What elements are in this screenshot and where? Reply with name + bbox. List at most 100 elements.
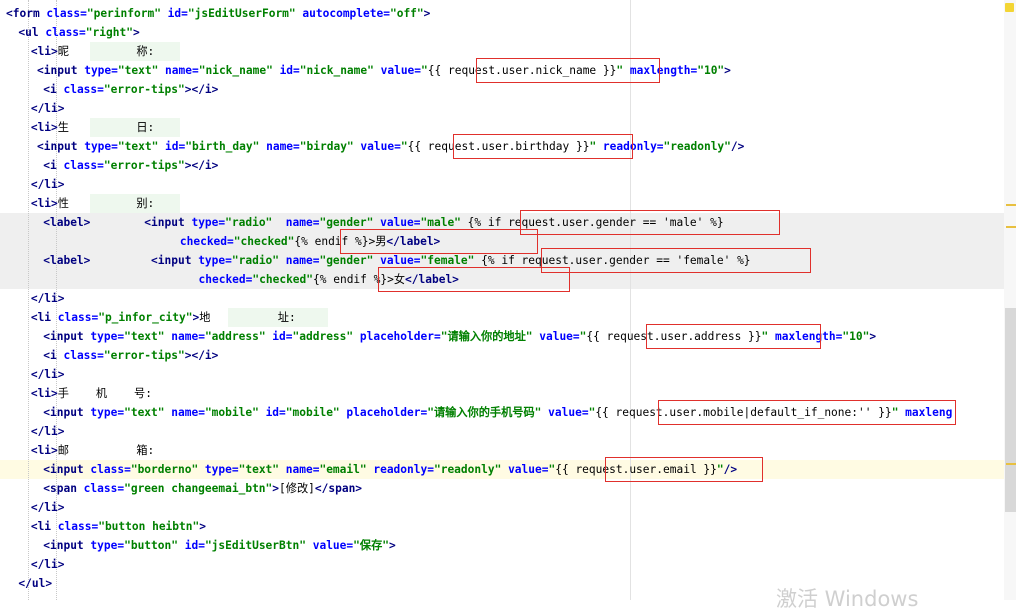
code-token: "jsEditUserBtn" — [204, 539, 306, 552]
code-token: "text" — [124, 406, 165, 419]
code-line[interactable]: </li> — [31, 365, 65, 384]
code-token: > — [869, 330, 877, 343]
template-expression-highlight — [646, 324, 821, 349]
code-token: "perinform" — [86, 7, 161, 20]
code-token: autocomplete= — [295, 7, 390, 20]
code-line[interactable]: <li class="button heibtn"> — [31, 517, 206, 536]
code-token: class= — [90, 463, 131, 476]
warning-marker[interactable] — [1006, 226, 1016, 228]
code-token: id= — [158, 140, 186, 153]
code-token: <i — [43, 83, 64, 96]
code-token: </li> — [30, 368, 65, 381]
code-line[interactable]: </li> — [31, 555, 65, 574]
code-token: "text" — [124, 330, 165, 343]
code-token: class= — [63, 159, 104, 172]
code-line[interactable]: <span class="green changeemai_btn">[修改]<… — [43, 479, 362, 498]
code-line[interactable]: <i class="error-tips"></i> — [43, 80, 218, 99]
code-token: > — [132, 26, 140, 39]
code-token: id= — [265, 330, 293, 343]
code-token: readonly= — [366, 463, 434, 476]
code-token: value= — [532, 330, 580, 343]
code-line[interactable]: <input type="button" id="jsEditUserBtn" … — [43, 536, 396, 555]
warning-marker[interactable] — [1006, 204, 1016, 206]
code-token: </li> — [30, 292, 65, 305]
code-line[interactable]: <li>昵 称: — [31, 42, 154, 61]
code-token: 地 址: — [199, 311, 296, 324]
code-token: <li> — [30, 197, 58, 210]
code-token: "address" — [204, 330, 266, 343]
code-token: "text" — [117, 140, 159, 153]
code-token: <input — [37, 64, 85, 77]
code-line[interactable]: <li class="p_infor_city">地 址: — [31, 308, 296, 327]
code-token: <label> — [43, 254, 91, 267]
code-token: <li — [30, 520, 58, 533]
code-line[interactable]: <i class="error-tips"></i> — [43, 346, 218, 365]
code-line[interactable]: </li> — [31, 422, 65, 441]
code-token: "text" — [117, 64, 159, 77]
code-token: name= — [259, 140, 300, 153]
indent-guide — [28, 0, 29, 600]
activation-watermark: 激活 Windows — [776, 587, 919, 611]
code-token: "error-tips" — [103, 349, 185, 362]
code-token: class= — [83, 482, 125, 495]
code-token: <input — [144, 216, 192, 229]
code-editor[interactable]: <form class="perinform" id="jsEditUserFo… — [0, 0, 1016, 600]
code-token: "10" — [697, 64, 725, 77]
code-token: "address" — [292, 330, 354, 343]
code-token: <input — [37, 140, 85, 153]
warning-marker[interactable] — [1006, 463, 1016, 465]
code-token: "请输入你的地址" — [440, 330, 533, 343]
code-token: "checked" — [233, 235, 295, 248]
code-token: "checked" — [252, 273, 314, 286]
code-token: </ul> — [18, 577, 53, 590]
code-token: <input — [151, 254, 199, 267]
code-line[interactable]: <li>性 别: — [31, 194, 154, 213]
code-token: id= — [160, 7, 188, 20]
code-line[interactable]: </ul> — [18, 574, 52, 593]
code-token: "gender" — [319, 216, 374, 229]
template-expression-highlight — [605, 457, 763, 482]
code-token: "保存" — [353, 539, 389, 552]
code-token: type= — [198, 463, 239, 476]
code-token: <input — [43, 539, 91, 552]
code-token: </li> — [30, 558, 65, 571]
code-line[interactable]: <input type="text" id="birth_day" name="… — [37, 137, 744, 156]
code-token: "text" — [238, 463, 280, 476]
template-expression-highlight — [541, 248, 811, 273]
code-line[interactable]: </li> — [31, 175, 65, 194]
code-token: class= — [57, 520, 99, 533]
code-token: 生 日: — [57, 121, 155, 134]
code-token: > — [423, 7, 431, 20]
template-expression-highlight — [658, 400, 956, 425]
code-line[interactable]: <li>邮 箱: — [31, 441, 154, 460]
code-token: /> — [730, 140, 745, 153]
code-token: "readonly" — [433, 463, 502, 476]
code-line[interactable]: <i class="error-tips"></i> — [43, 156, 218, 175]
code-token: class= — [46, 7, 87, 20]
code-token: name= — [164, 406, 205, 419]
code-line[interactable]: <li>生 日: — [31, 118, 154, 137]
code-line[interactable]: </li> — [31, 498, 65, 517]
code-token: " — [421, 64, 428, 77]
code-token: placeholder= — [339, 406, 428, 419]
code-token: "button" — [124, 539, 178, 552]
code-token: <span — [43, 482, 84, 495]
code-token: "radio" — [231, 254, 280, 267]
code-token: class= — [57, 311, 99, 324]
code-token: "right" — [85, 26, 133, 39]
code-line[interactable]: </li> — [31, 289, 65, 308]
code-line[interactable]: <li>手 机 号: — [31, 384, 152, 403]
code-line[interactable]: </li> — [31, 99, 65, 118]
code-token: "readonly" — [663, 140, 731, 153]
code-token: type= — [191, 216, 226, 229]
code-token: "nick_name" — [299, 64, 374, 77]
code-token: </li> — [30, 501, 65, 514]
scrollbar-thumb[interactable] — [1005, 308, 1016, 512]
inspection-status-icon[interactable] — [1005, 3, 1014, 12]
vertical-scrollbar[interactable] — [1004, 0, 1016, 600]
code-line[interactable]: <form class="perinform" id="jsEditUserFo… — [6, 4, 430, 23]
code-line[interactable]: <ul class="right"> — [18, 23, 139, 42]
code-token: ></i> — [184, 349, 219, 362]
code-token: <form — [6, 7, 47, 20]
